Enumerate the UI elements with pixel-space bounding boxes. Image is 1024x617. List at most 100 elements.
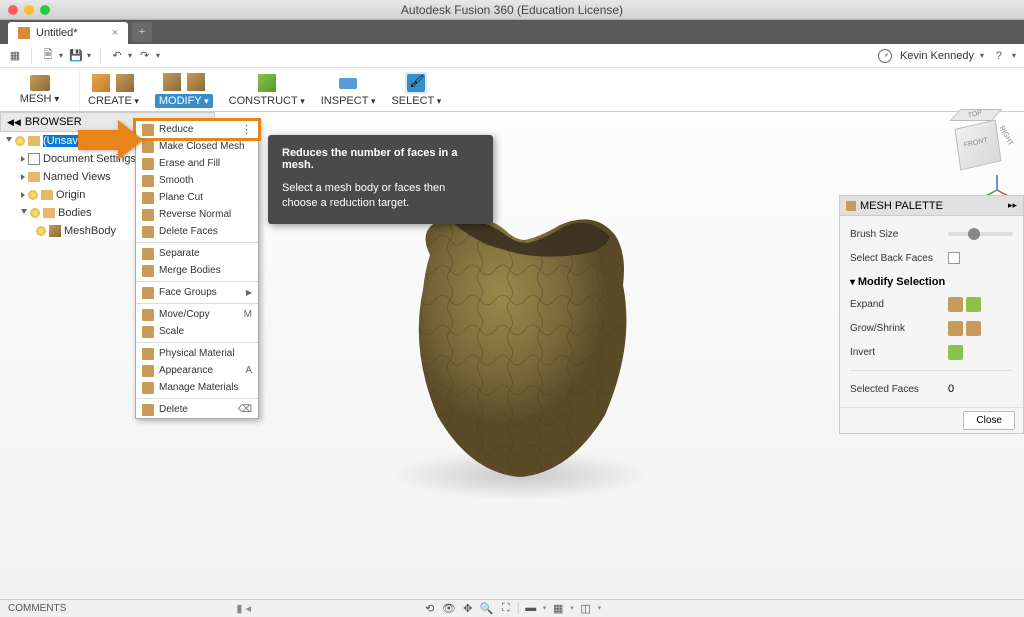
new-tab-button[interactable]: +: [132, 22, 152, 42]
select-icon: [407, 74, 425, 92]
save-icon[interactable]: 💾: [69, 49, 83, 63]
menu-item-icon: [142, 382, 154, 394]
menu-item-icon: [142, 287, 154, 299]
menu-item-label: Reduce: [159, 124, 236, 135]
menu-item-icon: [142, 209, 154, 221]
menu-item-separate[interactable]: Separate: [136, 245, 258, 262]
visibility-icon[interactable]: [36, 226, 46, 236]
menu-item-label: Appearance: [159, 365, 240, 376]
document-name: Untitled*: [36, 27, 106, 39]
menu-item-reduce[interactable]: Reduce⋮: [133, 118, 261, 141]
menu-item-icon: [142, 309, 154, 321]
menu-item-label: Scale: [159, 326, 252, 337]
app-title: Autodesk Fusion 360 (Education License): [0, 3, 1024, 17]
visibility-icon[interactable]: [15, 136, 25, 146]
menu-item-scale[interactable]: Scale: [136, 323, 258, 340]
help-icon[interactable]: ?: [992, 49, 1006, 63]
remesh-icon: [163, 73, 181, 91]
modify-label: MODIFY: [159, 95, 202, 107]
menu-item-delete-faces[interactable]: Delete Faces: [136, 223, 258, 240]
menu-item-label: Make Closed Mesh: [159, 141, 252, 152]
invert-button[interactable]: [948, 345, 963, 360]
job-status-icon[interactable]: [878, 49, 892, 63]
ribbon-construct[interactable]: CONSTRUCT ▾: [221, 68, 313, 111]
menu-item-icon: [142, 365, 154, 377]
menu-item-smooth[interactable]: Smooth: [136, 172, 258, 189]
mesh-palette-panel: MESH PALETTE ▸▸ Brush Size Select Back F…: [839, 195, 1024, 434]
expand-button[interactable]: [948, 297, 963, 312]
menu-item-merge-bodies[interactable]: Merge Bodies: [136, 262, 258, 279]
fit-icon[interactable]: ⛶: [499, 601, 513, 615]
tree-label: Named Views: [43, 171, 111, 183]
viewport-layout-icon[interactable]: ◫: [579, 601, 593, 615]
look-at-icon[interactable]: 👁: [442, 601, 456, 615]
selected-faces-count: 0: [948, 383, 954, 395]
menu-item-label: Merge Bodies: [159, 265, 252, 276]
menu-item-label: Delete Faces: [159, 226, 252, 237]
tooltip-body: Select a mesh body or faces then choose …: [282, 181, 479, 212]
menu-item-erase-and-fill[interactable]: Erase and Fill: [136, 155, 258, 172]
close-palette-button[interactable]: Close: [963, 411, 1015, 430]
construct-label: CONSTRUCT: [229, 95, 298, 107]
construct-icon: [258, 74, 276, 92]
folder-icon: [28, 136, 40, 146]
brush-size-label: Brush Size: [850, 229, 940, 240]
palette-header[interactable]: MESH PALETTE ▸▸: [840, 196, 1023, 216]
insert-mesh-icon: [116, 74, 134, 92]
menu-item-icon: [142, 248, 154, 260]
menu-item-move-copy[interactable]: Move/CopyM: [136, 306, 258, 323]
expand-all-button[interactable]: [966, 297, 981, 312]
close-tab-icon[interactable]: ×: [112, 27, 118, 39]
pan-icon[interactable]: ✥: [461, 601, 475, 615]
browser-title: BROWSER: [25, 116, 82, 128]
shrink-button[interactable]: [966, 321, 981, 336]
menu-item-manage-materials[interactable]: Manage Materials: [136, 379, 258, 396]
menu-item-label: Separate: [159, 248, 252, 259]
select-back-faces-checkbox[interactable]: [948, 252, 960, 264]
menu-item-icon: [142, 348, 154, 360]
ribbon-modify[interactable]: MODIFY ▾: [147, 68, 221, 111]
tooltip-title: Reduces the number of faces in a mesh.: [282, 147, 479, 171]
menu-item-delete[interactable]: Delete⌫: [136, 401, 258, 418]
redo-icon[interactable]: ↶: [138, 49, 152, 63]
grid-settings-icon[interactable]: ▦: [551, 601, 565, 615]
mesh-body-icon: [49, 225, 61, 237]
user-name[interactable]: Kevin Kennedy: [900, 50, 974, 62]
inspect-label: INSPECT: [321, 95, 369, 107]
ribbon-create[interactable]: CREATE ▾: [80, 68, 147, 111]
orbit-icon[interactable]: ⟲: [423, 601, 437, 615]
tree-label: MeshBody: [64, 225, 116, 237]
create-icon: [92, 74, 110, 92]
grow-button[interactable]: [948, 321, 963, 336]
zoom-icon[interactable]: 🔍: [480, 601, 494, 615]
comments-label[interactable]: COMMENTS: [8, 603, 66, 614]
file-icon[interactable]: 🗎: [41, 49, 55, 63]
brush-size-slider[interactable]: [948, 232, 1013, 236]
display-settings-icon[interactable]: ▬: [524, 601, 538, 615]
menu-item-plane-cut[interactable]: Plane Cut: [136, 189, 258, 206]
document-icon: [18, 27, 30, 39]
undo-icon[interactable]: ↶: [110, 49, 124, 63]
mesh-body-render[interactable]: [375, 195, 665, 505]
visibility-icon[interactable]: [30, 208, 40, 218]
menu-item-label: Plane Cut: [159, 192, 252, 203]
menu-item-label: Erase and Fill: [159, 158, 252, 169]
menu-item-appearance[interactable]: AppearanceA: [136, 362, 258, 379]
document-tab[interactable]: Untitled* ×: [8, 22, 128, 44]
menu-item-reverse-normal[interactable]: Reverse Normal: [136, 206, 258, 223]
invert-label: Invert: [850, 347, 940, 358]
workspace-switcher[interactable]: MESH ▾: [0, 68, 80, 111]
visibility-icon[interactable]: [28, 190, 38, 200]
view-cube[interactable]: TOP FRONT RIGHT: [951, 118, 1006, 173]
ribbon-inspect[interactable]: INSPECT ▾: [313, 68, 384, 111]
quick-access-toolbar: ▦ 🗎▾ 💾▾ ↶▾ ↶▾ Kevin Kennedy▾ ?▾: [0, 44, 1024, 68]
menu-item-icon: [142, 192, 154, 204]
viewcube-front[interactable]: FRONT: [963, 137, 988, 149]
ribbon-select[interactable]: SELECT ▾: [383, 68, 449, 111]
modify-selection-label: Modify Selection: [858, 276, 945, 288]
viewcube-right[interactable]: RIGHT: [998, 125, 1014, 147]
palette-title: MESH PALETTE: [860, 200, 943, 212]
grid-icon[interactable]: ▦: [8, 49, 22, 63]
menu-item-face-groups[interactable]: Face Groups▶: [136, 284, 258, 301]
menu-item-physical-material[interactable]: Physical Material: [136, 345, 258, 362]
